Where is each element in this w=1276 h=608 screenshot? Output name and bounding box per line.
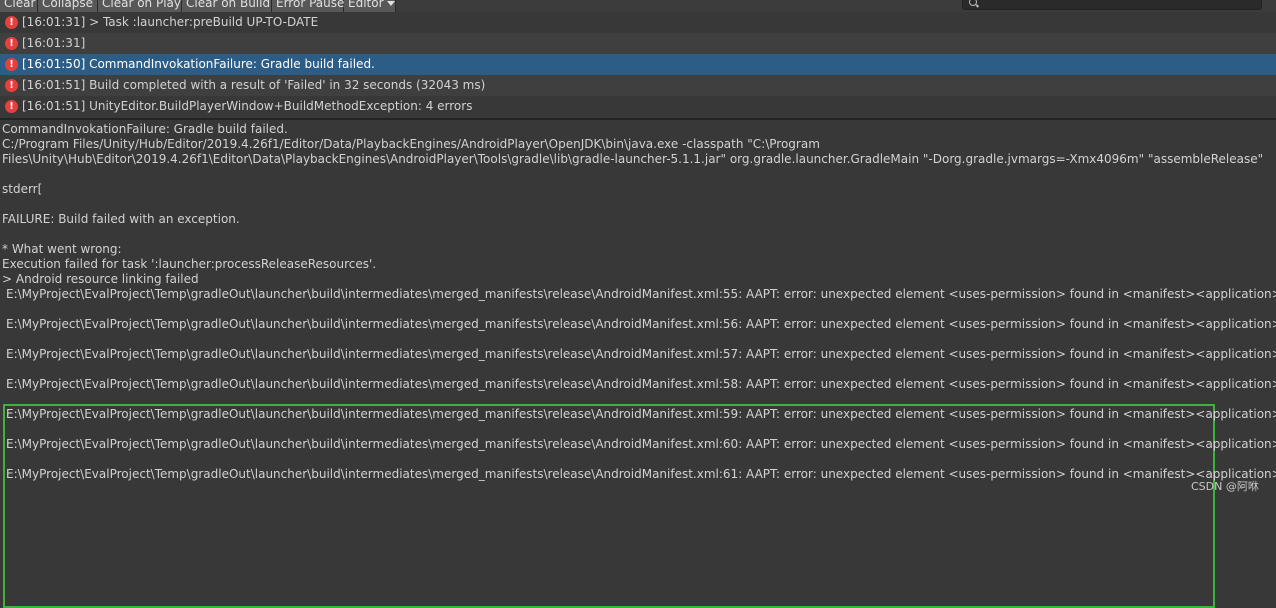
error-icon: ! — [5, 79, 18, 92]
detail-line: Execution failed for task ':launcher:pro… — [2, 257, 377, 271]
editor-dropdown-label: Editor — [348, 0, 384, 10]
search-icon — [969, 0, 977, 6]
log-entry-text: [16:01:50] CommandInvokationFailure: Gra… — [22, 57, 375, 71]
detail-line: > Android resource linking failed — [2, 272, 199, 286]
detail-line: stderr[ — [2, 182, 43, 196]
detail-line: CommandInvokationFailure: Gradle build f… — [2, 122, 288, 136]
log-entry[interactable]: ! [16:01:31] > Task :launcher:preBuild U… — [0, 12, 1276, 33]
log-entry[interactable]: ! [16:01:51] Build completed with a resu… — [0, 75, 1276, 96]
log-entry[interactable]: ! [16:01:31] — [0, 33, 1276, 54]
log-entry-selected[interactable]: ! [16:01:50] CommandInvokationFailure: G… — [0, 54, 1276, 75]
error-line: E:\MyProject\EvalProject\Temp\gradleOut\… — [6, 287, 1276, 301]
log-entry[interactable]: ! [16:01:51] UnityEditor.BuildPlayerWind… — [0, 96, 1276, 117]
watermark: CSDN @阿咻 — [1191, 480, 1259, 493]
log-entry-text: [16:01:51] UnityEditor.BuildPlayerWindow… — [22, 99, 473, 113]
error-line: E:\MyProject\EvalProject\Temp\gradleOut\… — [6, 317, 1276, 331]
log-entry-text: [16:01:31] > Task :launcher:preBuild UP-… — [22, 15, 319, 29]
log-entry-text: [16:01:51] Build completed with a result… — [22, 78, 486, 92]
error-line: E:\MyProject\EvalProject\Temp\gradleOut\… — [6, 467, 1276, 481]
search-input[interactable] — [981, 0, 1251, 9]
detail-line: * What went wrong: — [2, 242, 122, 256]
error-line: E:\MyProject\EvalProject\Temp\gradleOut\… — [6, 347, 1276, 361]
log-entry-text: [16:01:31] — [22, 36, 86, 50]
error-line: E:\MyProject\EvalProject\Temp\gradleOut\… — [6, 407, 1276, 421]
error-line: E:\MyProject\EvalProject\Temp\gradleOut\… — [6, 377, 1276, 391]
highlight-box — [3, 404, 1215, 608]
error-line: E:\MyProject\EvalProject\Temp\gradleOut\… — [6, 437, 1276, 451]
detail-line: Files\Unity\Hub\Editor\2019.4.26f1\Edito… — [2, 152, 1264, 166]
console-toolbar: Clear Collapse Clear on Play Clear on Bu… — [0, 0, 1276, 12]
log-list[interactable]: ! [16:01:31] > Task :launcher:preBuild U… — [0, 12, 1276, 119]
log-detail-pane[interactable]: CommandInvokationFailure: Gradle build f… — [0, 120, 1276, 608]
error-icon: ! — [5, 58, 18, 71]
search-box[interactable] — [962, 0, 1262, 10]
clear-on-play-toggle[interactable]: Clear on Play — [98, 0, 182, 12]
clear-button[interactable]: Clear — [0, 0, 38, 12]
chevron-down-icon — [386, 1, 395, 6]
editor-dropdown[interactable]: Editor — [344, 0, 396, 12]
clear-on-build-toggle[interactable]: Clear on Build — [182, 0, 272, 12]
collapse-button[interactable]: Collapse — [38, 0, 98, 12]
error-icon: ! — [5, 100, 18, 113]
error-icon: ! — [5, 37, 18, 50]
error-icon: ! — [5, 16, 18, 29]
detail-line: C:/Program Files/Unity/Hub/Editor/2019.4… — [2, 137, 820, 151]
error-pause-toggle[interactable]: Error Pause — [272, 0, 344, 12]
detail-line: FAILURE: Build failed with an exception. — [2, 212, 240, 226]
